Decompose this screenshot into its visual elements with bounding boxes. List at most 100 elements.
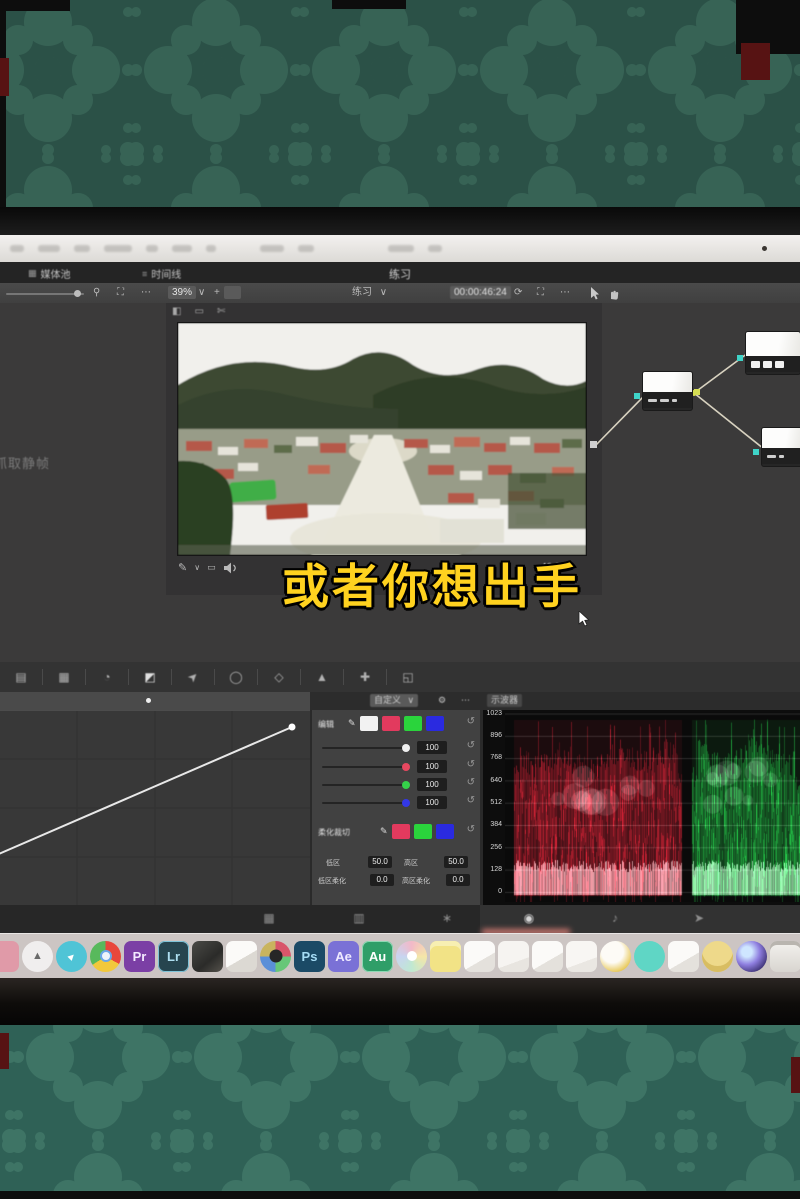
davinci-resolve-icon[interactable]	[260, 941, 291, 972]
dock-app-partial[interactable]	[0, 941, 19, 972]
reset-icon[interactable]: ↺	[467, 740, 475, 751]
low-clip-value[interactable]: 50.0	[368, 856, 392, 868]
fairlight-page-icon[interactable]: ♪	[604, 911, 626, 925]
blue-channel-swatch[interactable]	[426, 716, 444, 731]
green-value[interactable]: 100	[417, 778, 447, 791]
soft-clip-green-swatch[interactable]	[414, 824, 432, 839]
document-icon[interactable]	[668, 941, 699, 972]
curves-ellipsis-icon[interactable]: ⋯	[461, 694, 470, 707]
red-slider-dot[interactable]	[402, 763, 410, 771]
reset-icon[interactable]: ↺	[467, 759, 475, 770]
zoom-slider-handle[interactable]	[74, 290, 81, 297]
color-page-icon[interactable]: ◉	[518, 911, 540, 925]
viewer-video-frame[interactable]	[178, 323, 586, 555]
lightroom-icon[interactable]: Lr	[158, 941, 189, 972]
luma-slider-dot[interactable]	[402, 744, 410, 752]
curve-control-point[interactable]	[289, 724, 296, 731]
photo-thumbnail-icon[interactable]	[192, 941, 223, 972]
mini-thumb-chip[interactable]	[224, 286, 241, 299]
node-input-dot[interactable]	[634, 393, 640, 399]
corrector-node-3[interactable]	[762, 428, 800, 466]
pen-icon[interactable]: ✎	[380, 826, 388, 837]
safari-icon[interactable]: ▸	[56, 941, 87, 972]
node-output-dot[interactable]	[694, 389, 700, 395]
siri-icon[interactable]	[736, 941, 767, 972]
color-wheels-icon[interactable]: ◔	[86, 670, 128, 684]
pen-icon[interactable]: ✎	[348, 718, 356, 729]
pointer-tool-icon[interactable]	[590, 287, 600, 300]
curves-icon[interactable]: ◩	[129, 670, 171, 684]
soft-clip-blue-swatch[interactable]	[436, 824, 454, 839]
high-clip-value[interactable]: 50.0	[444, 856, 468, 868]
zoom-level-value[interactable]: 39%	[168, 286, 196, 299]
cream-circle-app-icon[interactable]	[600, 941, 631, 972]
reset-icon[interactable]: ↺	[467, 777, 475, 788]
document-icon[interactable]	[566, 941, 597, 972]
fullscreen-icon[interactable]: ⛶	[537, 286, 544, 299]
soft-clip-red-swatch[interactable]	[392, 824, 410, 839]
high-soft-value[interactable]: 0.0	[446, 874, 470, 886]
options-ellipsis-icon[interactable]: ⋯	[141, 286, 151, 299]
red-slider[interactable]	[322, 766, 408, 768]
image-wipe-icon[interactable]: ▭	[194, 306, 203, 317]
trash-icon[interactable]	[770, 941, 800, 972]
photoshop-icon[interactable]: Ps	[294, 941, 325, 972]
sticky-note-icon[interactable]	[430, 941, 461, 972]
premiere-icon[interactable]: Pr	[124, 941, 155, 972]
luma-channel-swatch[interactable]	[360, 716, 378, 731]
low-soft-value[interactable]: 0.0	[370, 874, 394, 886]
photos-app-icon[interactable]	[226, 941, 257, 972]
curve-mode-dropdown[interactable]: 自定义 ∨	[370, 694, 418, 707]
add-icon[interactable]: +	[214, 286, 220, 299]
tracker-icon[interactable]: ◇	[258, 670, 300, 684]
palette-app-icon[interactable]	[396, 941, 427, 972]
zoom-chevron-icon[interactable]: ∨	[198, 286, 205, 299]
camera-raw-icon[interactable]: ▤	[0, 670, 42, 684]
deliver-page-icon[interactable]: ➤	[688, 911, 710, 925]
scopes-title[interactable]: 示波器	[487, 694, 522, 707]
node-input-dot[interactable]	[753, 449, 759, 455]
reset-icon[interactable]: ↺	[467, 824, 475, 835]
blue-slider[interactable]	[322, 802, 408, 804]
node-input-dot[interactable]	[737, 355, 743, 361]
power-window-icon[interactable]: ◯	[215, 670, 257, 684]
zoom-slider[interactable]	[6, 293, 84, 295]
red-value[interactable]: 100	[417, 760, 447, 773]
red-channel-swatch[interactable]	[382, 716, 400, 731]
teal-circle-app-icon[interactable]	[634, 941, 665, 972]
document-icon[interactable]	[532, 941, 563, 972]
media-page-icon[interactable]: ▦	[258, 911, 280, 925]
expand-icon[interactable]: ⛶	[117, 286, 124, 299]
curves-settings-gear-icon[interactable]: ⚙	[438, 694, 446, 707]
bypass-grades-icon[interactable]: ◧	[172, 306, 181, 317]
blue-slider-dot[interactable]	[402, 799, 410, 807]
source-node-dot[interactable]	[590, 441, 597, 448]
luma-slider[interactable]	[322, 747, 408, 749]
custom-curve-graph[interactable]	[0, 710, 310, 905]
color-match-icon[interactable]: ▦	[43, 670, 85, 684]
more-ellipsis-icon[interactable]: ⋯	[560, 286, 570, 299]
audition-icon[interactable]: Au	[362, 941, 393, 972]
split-screen-icon[interactable]: ✄	[217, 306, 225, 317]
sizing-icon[interactable]: ◱	[387, 670, 429, 684]
corrector-node-1[interactable]	[643, 372, 692, 410]
reset-icon[interactable]: ↺	[467, 795, 475, 806]
blur-icon[interactable]: ▲	[301, 670, 343, 684]
loop-icon[interactable]: ⟳	[514, 286, 522, 299]
scope-parade-panel[interactable]: 1023 896 768 640 512 384 256 128 0	[483, 710, 800, 905]
smiley-app-icon[interactable]	[702, 941, 733, 972]
document-icon[interactable]	[498, 941, 529, 972]
fusion-page-icon[interactable]: ∗	[436, 911, 458, 925]
green-channel-swatch[interactable]	[404, 716, 422, 731]
qualifier-icon[interactable]: ➤	[173, 657, 213, 697]
chrome-icon[interactable]	[90, 941, 121, 972]
blue-value[interactable]: 100	[417, 796, 447, 809]
reset-icon[interactable]: ↺	[467, 716, 475, 727]
document-icon[interactable]	[464, 941, 495, 972]
after-effects-icon[interactable]: Ae	[328, 941, 359, 972]
grab-hand-icon[interactable]	[608, 288, 620, 300]
luma-value[interactable]: 100	[417, 741, 447, 754]
clip-name-dropdown[interactable]: 练习 ∨	[352, 286, 387, 299]
search-icon[interactable]: ⚲	[93, 286, 100, 299]
edit-page-icon[interactable]: ▥	[348, 911, 370, 925]
